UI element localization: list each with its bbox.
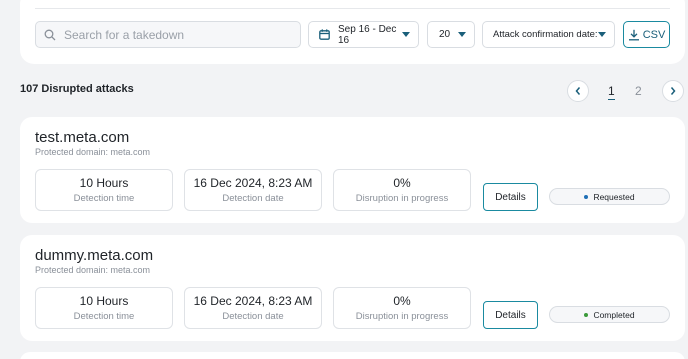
- detection-time-stat: 10 Hours Detection time: [35, 169, 173, 211]
- search-placeholder: Search for a takedown: [64, 27, 185, 42]
- page-1-link[interactable]: 1: [608, 84, 615, 100]
- chevron-down-icon: [458, 32, 466, 37]
- detection-date-stat: 16 Dec 2024, 8:23 AM Detection date: [184, 287, 322, 329]
- search-input[interactable]: Search for a takedown: [35, 21, 301, 48]
- attack-card: [20, 352, 685, 359]
- date-range-value: Sep 16 - Dec 16: [338, 23, 397, 46]
- disruption-label: Disruption in progress: [355, 193, 449, 204]
- details-button[interactable]: Details: [483, 183, 538, 211]
- disruption-value: 0%: [393, 176, 411, 190]
- attack-domain: test.meta.com: [35, 129, 130, 146]
- page-size-value: 20: [439, 29, 451, 40]
- detection-time-stat: 10 Hours Detection time: [35, 287, 173, 329]
- chevron-left-icon: [575, 87, 581, 95]
- protected-domain: Protected domain: meta.com: [35, 265, 151, 275]
- disruption-value: 0%: [393, 294, 411, 308]
- detection-date-stat: 16 Dec 2024, 8:23 AM Detection date: [184, 169, 322, 211]
- status-dot-icon: [584, 312, 589, 317]
- filter-bar: Search for a takedown Sep 16 - Dec 16 20…: [20, 0, 685, 64]
- disruption-stat: 0% Disruption in progress: [333, 169, 471, 211]
- detection-time-label: Detection time: [73, 193, 135, 204]
- page-2-link[interactable]: 2: [635, 84, 642, 98]
- download-icon: [628, 29, 640, 41]
- page-size-select[interactable]: 20: [427, 21, 475, 48]
- detection-date-value: 16 Dec 2024, 8:23 AM: [193, 176, 313, 190]
- date-range-select[interactable]: Sep 16 - Dec 16: [308, 21, 419, 48]
- csv-label: CSV: [642, 28, 666, 41]
- status-label: Completed: [593, 309, 635, 320]
- results-summary: 107 Disrupted attacks: [20, 83, 134, 95]
- status-badge: Requested: [549, 188, 670, 205]
- chevron-down-icon: [598, 32, 606, 37]
- csv-export-button[interactable]: CSV: [623, 21, 670, 48]
- disruption-stat: 0% Disruption in progress: [333, 287, 471, 329]
- attack-domain: dummy.meta.com: [35, 247, 154, 264]
- sort-select[interactable]: Attack confirmation date:: [482, 21, 615, 48]
- detection-date-label: Detection date: [222, 311, 284, 322]
- attack-card: dummy.meta.com Protected domain: meta.co…: [20, 235, 685, 341]
- sort-value: Attack confirmation date:: [493, 29, 598, 40]
- calendar-icon: [319, 29, 330, 40]
- search-icon: [44, 29, 56, 41]
- detection-date-label: Detection date: [222, 193, 284, 204]
- attack-card: test.meta.com Protected domain: meta.com…: [20, 117, 685, 223]
- detection-time-value: 10 Hours: [79, 176, 129, 190]
- status-dot-icon: [584, 194, 589, 199]
- detection-date-value: 16 Dec 2024, 8:23 AM: [193, 294, 313, 308]
- detection-time-value: 10 Hours: [79, 294, 129, 308]
- next-page-button[interactable]: [662, 80, 684, 102]
- chevron-right-icon: [670, 87, 676, 95]
- status-badge: Completed: [549, 306, 670, 323]
- details-button[interactable]: Details: [483, 301, 538, 329]
- detection-time-label: Detection time: [73, 311, 135, 322]
- chevron-down-icon: [402, 32, 410, 37]
- protected-domain: Protected domain: meta.com: [35, 147, 151, 157]
- status-label: Requested: [593, 191, 635, 202]
- divider: [35, 8, 670, 9]
- prev-page-button[interactable]: [567, 80, 589, 102]
- disruption-label: Disruption in progress: [355, 311, 449, 322]
